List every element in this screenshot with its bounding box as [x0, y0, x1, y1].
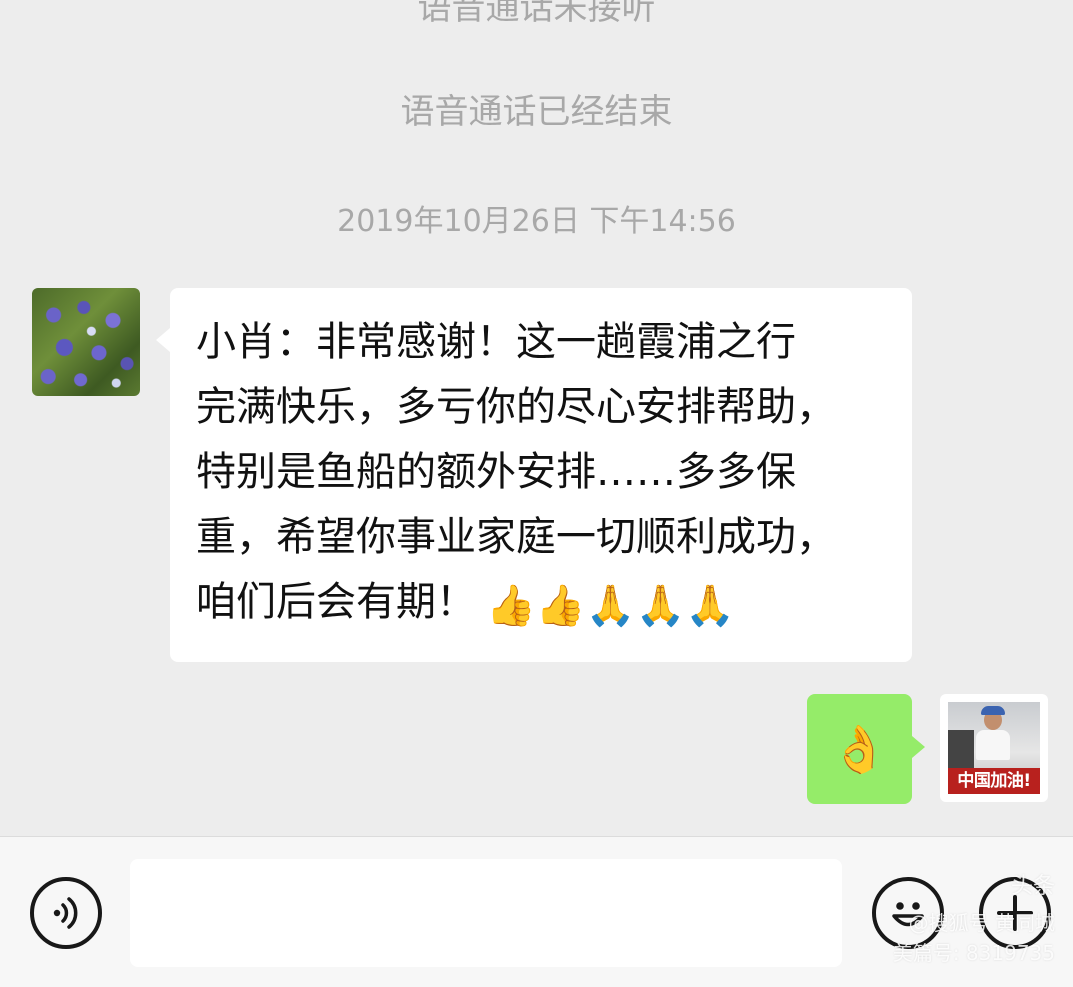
- thumbs-up-icon: 👍: [486, 582, 536, 629]
- thumbs-up-icon: 👍: [535, 582, 586, 629]
- message-line: 重，希望你事业家庭一切顺利成功，: [196, 514, 836, 560]
- my-avatar[interactable]: 中国加油!: [940, 694, 1048, 802]
- avatar-photo-shadow: [948, 730, 974, 770]
- emoji-row: 👍👍🙏🙏🙏: [486, 572, 735, 637]
- folded-hands-icon: 🙏: [585, 582, 636, 629]
- incoming-message-bubble[interactable]: 小肖：非常感谢！这一趟霞浦之行 完满快乐，多亏你的尽心安排帮助， 特别是鱼船的额…: [156, 288, 912, 662]
- watermark-line: 美篇号: 8319735: [892, 941, 1055, 965]
- voice-input-button[interactable]: [30, 877, 102, 949]
- system-message-call-ended: 语音通话已经结束: [400, 92, 673, 132]
- ok-hand-icon: 👌: [830, 722, 889, 776]
- watermark-line: @搜狐号 黄同城: [908, 911, 1055, 935]
- message-timestamp: 2019年10月26日 下午14:56: [337, 204, 736, 239]
- avatar-person-cap: [981, 706, 1005, 715]
- message-line: 特别是鱼船的额外安排……多多保: [196, 449, 796, 495]
- voice-icon: [53, 897, 78, 929]
- message-line: 完满快乐，多亏你的尽心安排帮助，: [196, 384, 836, 430]
- message-line-text: 咱们后会有期！: [196, 579, 476, 625]
- folded-hands-icon: 🙏: [635, 582, 686, 629]
- watermark-logo: 头条: [1010, 874, 1055, 899]
- message-line: 小肖：非常感谢！这一趟霞浦之行: [196, 319, 796, 365]
- message-line-last: 咱们后会有期！ 👍👍🙏🙏🙏: [196, 570, 894, 635]
- system-message-call-missed: 语音通话未接听: [417, 0, 656, 28]
- contact-avatar[interactable]: [32, 288, 140, 396]
- folded-hands-icon: 🙏: [685, 582, 736, 629]
- watermark: 头条 @搜狐号 黄同城 美篇号: 8319735: [892, 874, 1055, 968]
- avatar-photo: 中国加油!: [948, 702, 1040, 794]
- message-input[interactable]: [130, 859, 842, 967]
- outgoing-message-bubble[interactable]: 👌: [807, 694, 925, 804]
- avatar-banner: 中国加油!: [948, 768, 1040, 794]
- avatar-person-body: [976, 730, 1010, 760]
